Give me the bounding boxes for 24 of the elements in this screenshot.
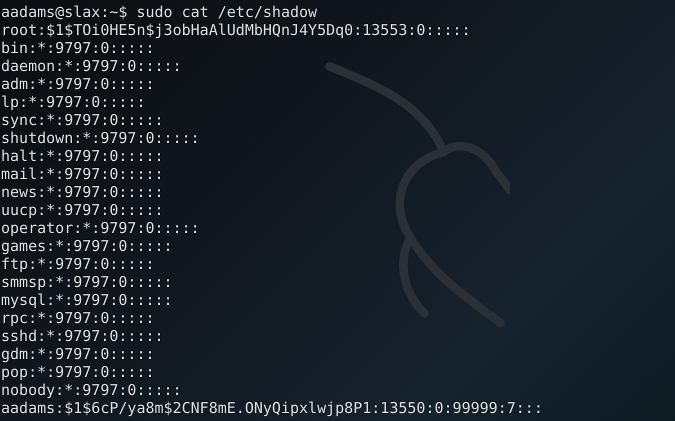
output-line: rpc:*:9797:0:::::: [1, 309, 155, 327]
output-line: mysql:*:9797:0:::::: [1, 291, 173, 309]
command-text: sudo cat /etc/shadow: [136, 3, 318, 21]
output-line: smmsp:*:9797:0:::::: [1, 273, 173, 291]
output-line: adm:*:9797:0:::::: [1, 75, 155, 93]
output-line: news:*:9797:0:::::: [1, 183, 164, 201]
output-line: lp:*:9797:0:::::: [1, 93, 146, 111]
output-line: games:*:9797:0:::::: [1, 237, 173, 255]
output-line: shutdown:*:9797:0:::::: [1, 129, 200, 147]
output-line: aadams:$1$6cP/ya8m$2CNF8mE.ONyQipxlwjp8P1:13550:0:99999:7:::: [1, 399, 543, 417]
shell-prompt: aadams@slax:~$: [1, 3, 128, 21]
output-line: mail:*:9797:0:::::: [1, 165, 164, 183]
output-line: halt:*:9797:0:::::: [1, 147, 164, 165]
output-line: pop:*:9797:0:::::: [1, 363, 155, 381]
output-line: bin:*:9797:0:::::: [1, 39, 155, 57]
output-line: operator:*:9797:0:::::: [1, 219, 200, 237]
output-line: ftp:*:9797:0:::::: [1, 255, 155, 273]
output-line: root:$1$TOi0HE5n$j3obHaAlUdMbHQnJ4Y5Dq0:13553:0:::::: [1, 21, 471, 39]
output-line: sync:*:9797:0:::::: [1, 111, 164, 129]
output-line: uucp:*:9797:0:::::: [1, 201, 164, 219]
output-line: nobody:*:9797:0:::::: [1, 381, 182, 399]
output-line: daemon:*:9797:0:::::: [1, 57, 182, 75]
output-line: gdm:*:9797:0:::::: [1, 345, 155, 363]
output-line: sshd:*:9797:0:::::: [1, 327, 164, 345]
